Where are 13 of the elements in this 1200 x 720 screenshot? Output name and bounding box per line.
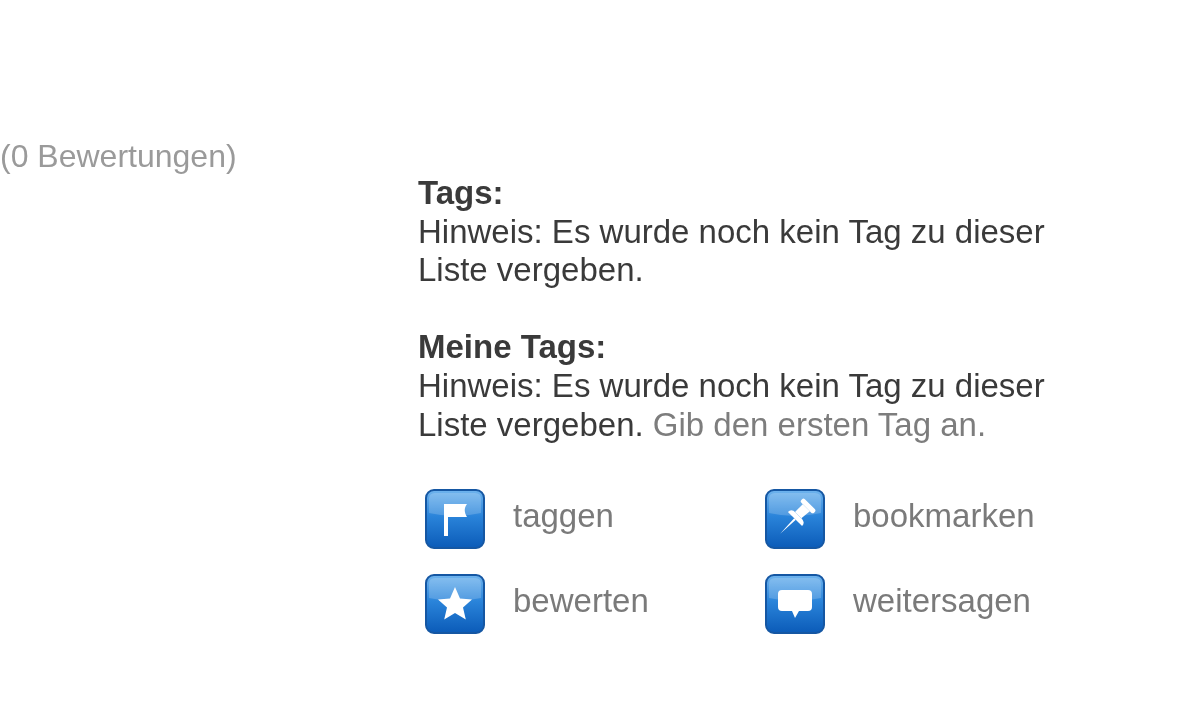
- rating-count: (0 Bewertungen): [0, 141, 237, 172]
- action-link[interactable]: weitersagen: [765, 574, 1031, 635]
- pushpin-icon: [765, 489, 825, 550]
- action-link[interactable]: taggen: [425, 489, 614, 550]
- section-heading: Meine Tags:: [418, 328, 607, 367]
- add-tag-link[interactable]: Gib den ersten Tag an.: [652, 405, 987, 443]
- speech-bubble-icon: [765, 574, 825, 635]
- action-link[interactable]: bookmarken: [765, 489, 1035, 550]
- action-link[interactable]: bewerten: [425, 574, 649, 635]
- section-heading: Tags:: [418, 174, 504, 213]
- hint-text: Hinweis: Es wurde noch kein Tag zu dieser Liste vergeben.: [418, 212, 1046, 290]
- hint-text: Hinweis: Es wurde noch kein Tag zu dieser Liste vergeben. Gib den ersten Tag an.: [418, 366, 1046, 445]
- flag-icon: [425, 489, 485, 550]
